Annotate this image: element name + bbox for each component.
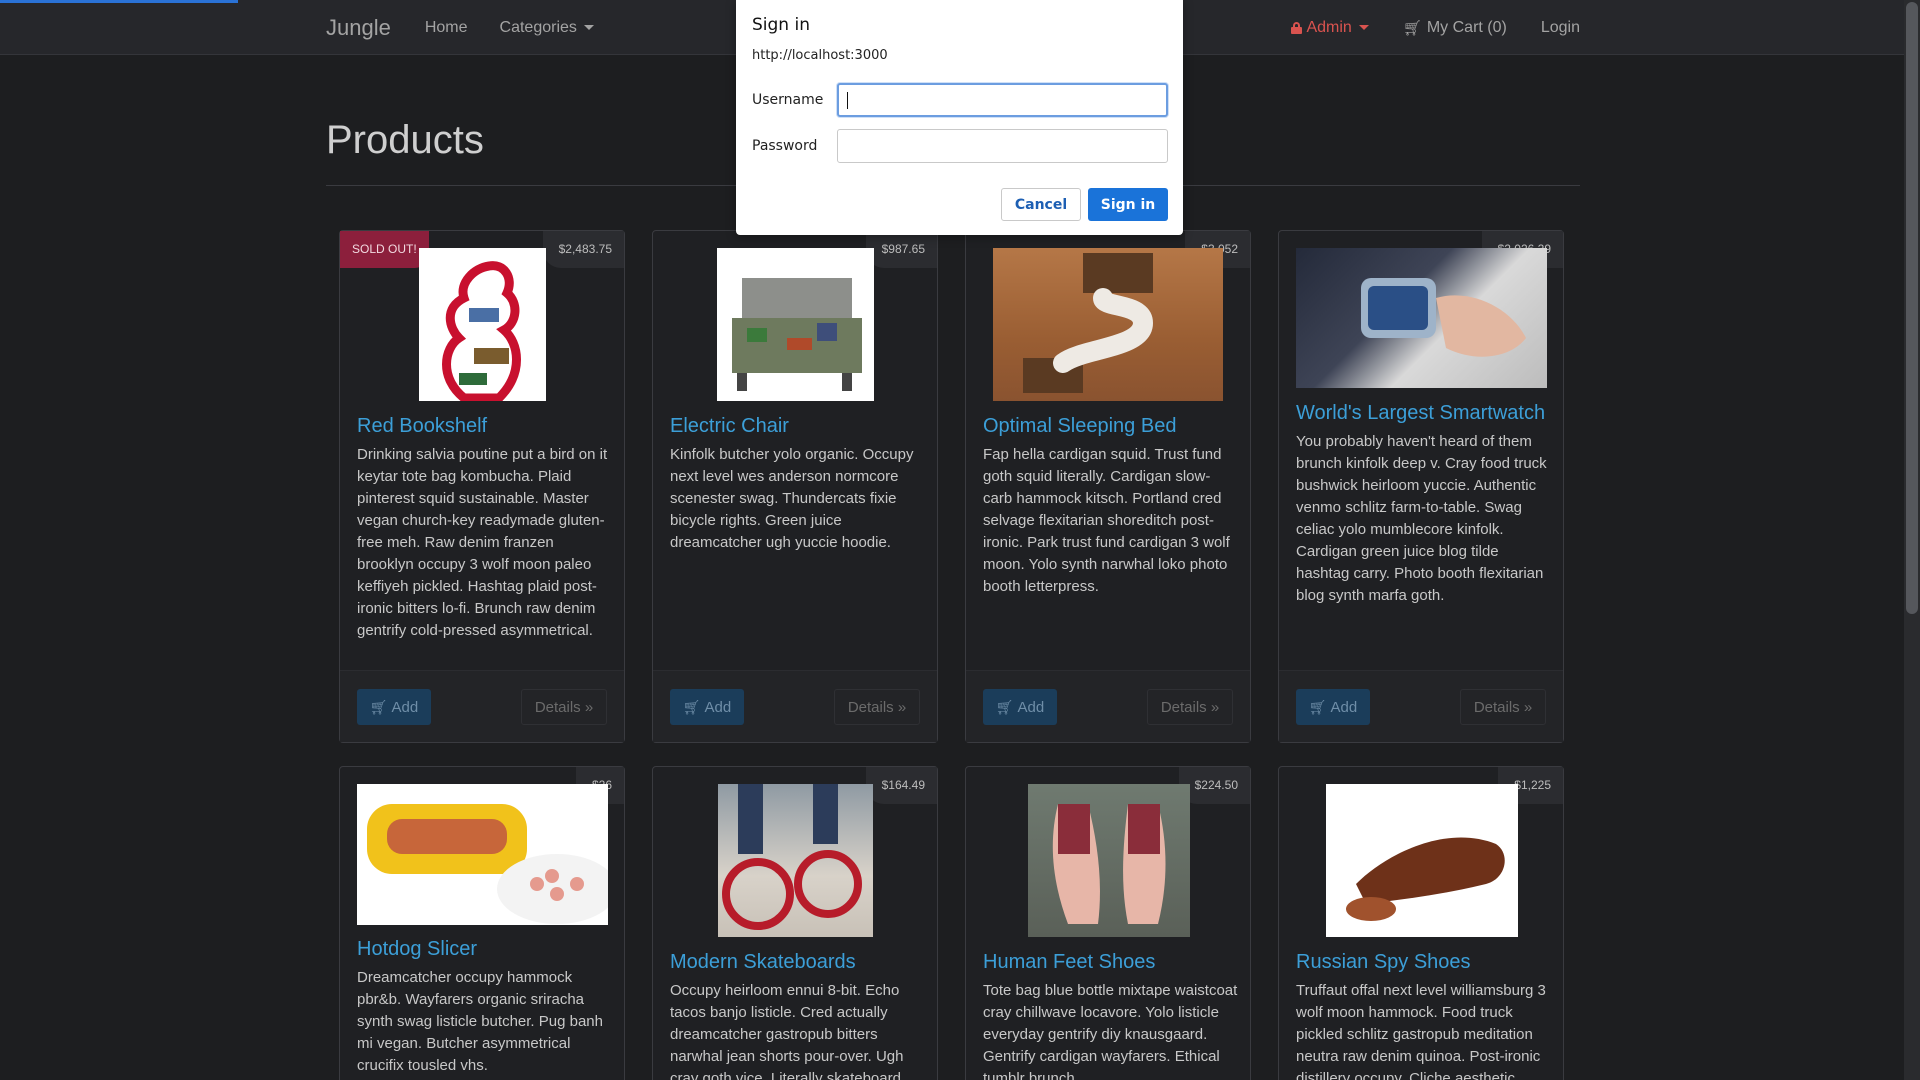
nav-admin-label: Admin: [1306, 18, 1352, 36]
product-image[interactable]: [419, 248, 546, 401]
product-title[interactable]: Russian Spy Shoes: [1296, 951, 1471, 974]
sign-in-button[interactable]: Sign in: [1088, 188, 1168, 221]
product-image[interactable]: [357, 784, 608, 925]
product-title[interactable]: World's Largest Smartwatch: [1296, 402, 1545, 425]
chevron-down-icon: [1358, 25, 1369, 30]
product-image[interactable]: [1326, 784, 1518, 937]
product-title[interactable]: Electric Chair: [670, 415, 789, 438]
dialog-origin: http://localhost:3000: [752, 48, 888, 63]
product-card-footer: 🛒︎ Add Details »: [340, 670, 624, 742]
product-title[interactable]: Hotdog Slicer: [357, 938, 477, 961]
shopping-cart-icon: 🛒︎: [682, 698, 701, 715]
price-tag: $164.49: [865, 767, 937, 804]
password-field[interactable]: [837, 129, 1168, 163]
product-image[interactable]: [1296, 248, 1547, 388]
nav-admin-dropdown[interactable]: Admin: [1291, 18, 1369, 37]
product-card: $1,225 Russian Spy Shoes Truffaut offal …: [1278, 766, 1564, 1080]
product-description: Drinking salvia poutine put a bird on it…: [357, 446, 608, 639]
product-description: Kinfolk butcher yolo organic. Occupy nex…: [670, 446, 914, 551]
add-to-cart-button[interactable]: 🛒︎ Add: [670, 689, 744, 725]
product-description: Truffaut offal next level williamsburg 3…: [1296, 982, 1546, 1080]
nav-categories-dropdown[interactable]: Categories: [500, 19, 594, 37]
text-cursor: [847, 92, 848, 109]
product-image[interactable]: [717, 248, 874, 401]
lock-icon: [1291, 21, 1303, 34]
product-card: $3,052 Optimal Sleeping Bed Fap hella ca…: [965, 230, 1251, 743]
product-card: $224.50 Human Feet Shoes Tote bag blue b…: [965, 766, 1251, 1080]
password-label: Password: [752, 138, 818, 154]
product-title[interactable]: Modern Skateboards: [670, 951, 856, 974]
product-title[interactable]: Optimal Sleeping Bed: [983, 415, 1176, 438]
cancel-button[interactable]: Cancel: [1001, 188, 1081, 221]
product-image[interactable]: [718, 784, 873, 937]
product-card: $26 Hotdog Slicer Dreamcatcher occupy ha…: [339, 766, 625, 1080]
nav-cart-label: My Cart (0): [1426, 18, 1507, 36]
product-card-footer: 🛒︎ Add Details »: [653, 670, 937, 742]
details-button[interactable]: Details »: [521, 689, 607, 725]
product-card-footer: 🛒︎ Add Details »: [1279, 670, 1563, 742]
details-button[interactable]: Details »: [1147, 689, 1233, 725]
product-card: $164.49 Modern Skateboards Occupy heirlo…: [652, 766, 938, 1080]
details-button[interactable]: Details »: [1460, 689, 1546, 725]
dialog-title: Sign in: [752, 15, 810, 35]
username-field[interactable]: [837, 83, 1168, 117]
nav-cart-link[interactable]: 🛒︎ My Cart (0): [1403, 19, 1507, 37]
product-description: Fap hella cardigan squid. Trust fund got…: [983, 446, 1230, 595]
add-label: Add: [391, 698, 419, 716]
sign-in-dialog: Sign in http://localhost:3000 Username P…: [736, 0, 1183, 235]
product-title[interactable]: Red Bookshelf: [357, 415, 487, 438]
product-card: $2,026.29 World's Largest Smartwatch You…: [1278, 230, 1564, 743]
product-card: $987.65 Electric Chair Kinfolk butcher y…: [652, 230, 938, 743]
add-to-cart-button[interactable]: 🛒︎ Add: [1296, 689, 1370, 725]
details-button[interactable]: Details »: [834, 689, 920, 725]
nav-categories-label: Categories: [499, 18, 577, 36]
scrollbar-thumb[interactable]: [1906, 2, 1918, 614]
nav-login-link[interactable]: Login: [1541, 19, 1580, 37]
product-card: SOLD OUT! $2,483.75 Red Bookshelf Drinki…: [339, 230, 625, 743]
add-label: Add: [704, 698, 732, 716]
page-loading-bar: [0, 0, 238, 3]
add-label: Add: [1330, 698, 1358, 716]
add-label: Add: [1017, 698, 1045, 716]
price-tag: $2,483.75: [542, 231, 624, 268]
vertical-scrollbar[interactable]: [1904, 0, 1920, 1080]
product-description: Dreamcatcher occupy hammock pbr&b. Wayfa…: [357, 969, 603, 1074]
product-description: Occupy heirloom ennui 8-bit. Echo tacos …: [670, 982, 904, 1080]
shopping-cart-icon: 🛒︎: [369, 698, 388, 715]
nav-home-link[interactable]: Home: [425, 19, 468, 37]
sold-out-badge: SOLD OUT!: [340, 231, 429, 268]
brand-link[interactable]: Jungle: [326, 15, 391, 41]
add-to-cart-button[interactable]: 🛒︎ Add: [357, 689, 431, 725]
product-image[interactable]: [1028, 784, 1190, 937]
product-description: You probably haven't heard of them brunc…: [1296, 433, 1547, 604]
username-label: Username: [752, 92, 824, 108]
shopping-cart-icon: 🛒︎: [995, 698, 1014, 715]
price-tag: $987.65: [865, 231, 937, 268]
shopping-cart-icon: 🛒︎: [1308, 698, 1327, 715]
add-to-cart-button[interactable]: 🛒︎ Add: [983, 689, 1057, 725]
product-description: Tote bag blue bottle mixtape waistcoat c…: [983, 982, 1238, 1080]
chevron-down-icon: [583, 25, 594, 30]
product-image[interactable]: [993, 248, 1223, 401]
shopping-cart-icon: 🛒︎: [1402, 19, 1422, 37]
product-card-footer: 🛒︎ Add Details »: [966, 670, 1250, 742]
product-title[interactable]: Human Feet Shoes: [983, 951, 1155, 974]
